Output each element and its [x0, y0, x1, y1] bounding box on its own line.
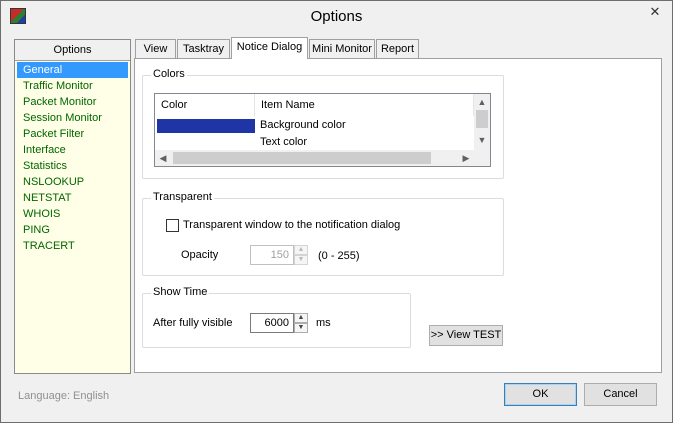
text-color-swatch [157, 136, 255, 150]
tab-report[interactable]: Report [376, 39, 419, 58]
color-row-label: Background color [260, 119, 346, 131]
cancel-button[interactable]: Cancel [584, 383, 657, 406]
options-item-tracert[interactable]: TRACERT [17, 238, 128, 254]
options-window: Options ✕ Options General Traffic Monito… [0, 0, 673, 423]
column-header-color[interactable]: Color [155, 94, 255, 116]
options-item-packet-filter[interactable]: Packet Filter [17, 126, 128, 142]
transparent-window-label: Transparent window to the notification d… [183, 219, 401, 231]
vertical-scroll-thumb[interactable] [476, 110, 488, 128]
background-color-swatch [157, 119, 255, 133]
transparent-group-label: Transparent [151, 191, 214, 203]
language-label: Language: English [18, 390, 110, 402]
colors-list: Color Item Name Background color Text co… [154, 93, 491, 167]
options-item-general[interactable]: General [17, 62, 128, 78]
vertical-scrollbar[interactable]: ▲ ▼ [474, 94, 490, 150]
options-item-session-monitor[interactable]: Session Monitor [17, 110, 128, 126]
show-time-group-label: Show Time [151, 286, 210, 298]
options-item-interface[interactable]: Interface [17, 142, 128, 158]
show-time-input[interactable]: 6000 [250, 313, 294, 333]
tab-mini-monitor[interactable]: Mini Monitor [309, 39, 375, 58]
opacity-spin-down-icon[interactable]: ▼ [294, 255, 308, 265]
scroll-left-icon[interactable]: ◀ [155, 150, 171, 166]
transparent-group: Transparent [142, 191, 504, 276]
options-header[interactable]: Options [15, 40, 130, 61]
transparent-window-checkbox[interactable] [166, 219, 179, 232]
title-bar: Options ✕ [1, 1, 672, 31]
show-time-spin-down-icon[interactable]: ▼ [294, 323, 308, 333]
colors-group-label: Colors [151, 68, 187, 80]
options-item-packet-monitor[interactable]: Packet Monitor [17, 94, 128, 110]
opacity-range-label: (0 - 255) [318, 250, 360, 262]
opacity-input[interactable]: 150 [250, 245, 294, 265]
options-category-list: General Traffic Monitor Packet Monitor S… [15, 62, 130, 254]
tab-tasktray[interactable]: Tasktray [177, 39, 230, 58]
view-test-button[interactable]: >> View TEST [429, 325, 503, 346]
scroll-right-icon[interactable]: ▶ [458, 150, 474, 166]
tab-notice-dialog[interactable]: Notice Dialog [231, 37, 308, 59]
window-title: Options [310, 8, 363, 25]
horizontal-scroll-thumb[interactable] [173, 152, 431, 164]
color-row-background[interactable]: Background color [155, 118, 475, 134]
opacity-label: Opacity [181, 249, 219, 261]
options-item-nslookup[interactable]: NSLOOKUP [17, 174, 128, 190]
close-button[interactable]: ✕ [638, 1, 672, 23]
color-row-text[interactable]: Text color [155, 135, 475, 151]
scroll-up-icon[interactable]: ▲ [474, 94, 490, 110]
ok-button[interactable]: OK [504, 383, 577, 406]
scroll-down-icon[interactable]: ▼ [474, 132, 490, 148]
color-row-label: Text color [260, 136, 308, 148]
options-item-ping[interactable]: PING [17, 222, 128, 238]
options-item-netstat[interactable]: NETSTAT [17, 190, 128, 206]
column-header-item-name[interactable]: Item Name [255, 94, 474, 116]
horizontal-scrollbar[interactable]: ◀ ▶ [155, 150, 490, 166]
show-time-unit-label: ms [316, 317, 331, 329]
options-item-statistics[interactable]: Statistics [17, 158, 128, 174]
tab-view[interactable]: View [135, 39, 176, 58]
options-category-panel: Options General Traffic Monitor Packet M… [14, 39, 131, 374]
options-item-whois[interactable]: WHOIS [17, 206, 128, 222]
show-time-spin-up-icon[interactable]: ▲ [294, 313, 308, 323]
opacity-spin-up-icon[interactable]: ▲ [294, 245, 308, 255]
show-time-field-label: After fully visible [153, 317, 233, 329]
options-item-traffic-monitor[interactable]: Traffic Monitor [17, 78, 128, 94]
